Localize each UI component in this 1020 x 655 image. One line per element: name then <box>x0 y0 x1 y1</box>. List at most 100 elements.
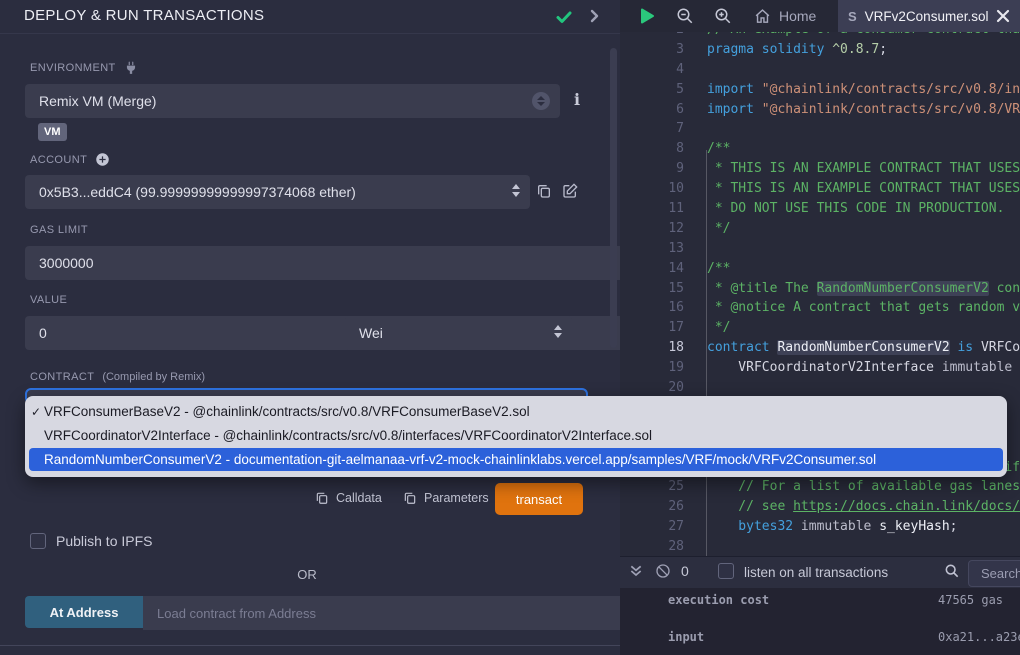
chevron-double-down-icon[interactable] <box>628 563 644 579</box>
environment-label: ENVIRONMENT <box>30 61 138 75</box>
calldata-label: Calldata <box>336 491 382 505</box>
transact-button[interactable]: transact <box>495 483 583 515</box>
execution-cost-label: execution cost <box>668 593 769 607</box>
code-line[interactable]: 13 <box>620 239 1020 259</box>
code-line[interactable]: 20 <box>620 378 1020 398</box>
contract-dropdown-menu: ✓VRFConsumerBaseV2 - @chainlink/contract… <box>25 396 1007 477</box>
code-line[interactable]: 17 */ <box>620 318 1020 338</box>
copy-icon <box>403 491 417 505</box>
line-number: 26 <box>620 497 684 517</box>
line-number: 16 <box>620 298 684 318</box>
plus-circle-icon[interactable] <box>95 152 110 167</box>
check-icon <box>555 8 573 26</box>
gas-limit-label: GAS LIMIT <box>30 224 88 236</box>
panel-title: DEPLOY & RUN TRANSACTIONS <box>24 7 264 24</box>
code-line[interactable]: 18contract RandomNumberConsumerV2 is VRF… <box>620 338 1020 358</box>
value-unit-select[interactable]: Wei <box>345 316 572 350</box>
code-line[interactable]: 15 * @title The RandomNumberConsumerV2 c… <box>620 279 1020 299</box>
contract-dropdown-option[interactable]: VRFCoordinatorV2Interface - @chainlink/c… <box>25 424 1007 448</box>
caret-updown-icon <box>512 184 520 197</box>
code-line[interactable]: 2// An example of a consumer contract th… <box>620 32 1020 40</box>
contract-label: CONTRACT (Compiled by Remix) <box>30 371 205 383</box>
line-number: 5 <box>620 80 684 100</box>
code-line[interactable]: 10 * THIS IS AN EXAMPLE CONTRACT THAT US… <box>620 179 1020 199</box>
account-select[interactable]: 0x5B3...eddC4 (99.99999999999997374068 e… <box>25 175 530 209</box>
gas-limit-input[interactable] <box>25 246 645 280</box>
terminal-search-input[interactable] <box>968 560 1020 587</box>
account-label: ACCOUNT <box>30 152 110 167</box>
ban-icon[interactable] <box>655 563 671 579</box>
contract-dropdown-option[interactable]: RandomNumberConsumerV2 - documentation-g… <box>29 448 1003 471</box>
search-icon[interactable] <box>944 563 960 579</box>
parameters-label: Parameters <box>424 491 489 505</box>
line-number: 12 <box>620 219 684 239</box>
listen-all-checkbox[interactable] <box>718 563 734 579</box>
close-icon[interactable] <box>996 9 1010 23</box>
line-number: 6 <box>620 100 684 120</box>
contract-dropdown-option-label: VRFCoordinatorV2Interface - @chainlink/c… <box>44 428 652 443</box>
code-line[interactable]: 6import "@chainlink/contracts/src/v0.8/V… <box>620 100 1020 120</box>
code-lines: 2// An example of a consumer contract th… <box>620 32 1020 556</box>
calldata-button[interactable]: Calldata <box>315 491 382 505</box>
code-line[interactable]: 3pragma solidity ^0.8.7; <box>620 40 1020 60</box>
zoom-in-icon[interactable] <box>714 7 732 25</box>
publish-ipfs-checkbox[interactable] <box>30 533 46 549</box>
contract-dropdown-option-label: VRFConsumerBaseV2 - @chainlink/contracts… <box>44 404 530 419</box>
line-number: 4 <box>620 60 684 80</box>
tab-home[interactable]: Home <box>744 0 826 32</box>
contract-dropdown-option-label: RandomNumberConsumerV2 - documentation-g… <box>44 452 876 467</box>
publish-ipfs-label: Publish to IPFS <box>56 533 153 549</box>
line-number: 14 <box>620 259 684 279</box>
chevron-right-icon[interactable] <box>586 8 602 24</box>
terminal-row-execution-cost: execution cost 47565 gas <box>668 593 1020 607</box>
parameters-button[interactable]: Parameters <box>403 491 489 505</box>
line-number: 2 <box>620 32 684 40</box>
spinner-icon <box>532 92 550 110</box>
line-number: 11 <box>620 199 684 219</box>
code-line[interactable]: 27 bytes32 immutable s_keyHash; <box>620 517 1020 537</box>
code-line[interactable]: 12 */ <box>620 219 1020 239</box>
contract-dropdown-option[interactable]: ✓VRFConsumerBaseV2 - @chainlink/contract… <box>25 400 1007 424</box>
execution-cost-value: 47565 gas <box>938 593 1003 607</box>
at-address-button[interactable]: At Address <box>25 596 143 628</box>
tab-vrfv2consumer[interactable]: S VRFv2Consumer.sol <box>838 0 1020 32</box>
code-line[interactable]: 8/** <box>620 139 1020 159</box>
code-line[interactable]: 9 * THIS IS AN EXAMPLE CONTRACT THAT USE… <box>620 159 1020 179</box>
line-number: 3 <box>620 40 684 60</box>
code-line[interactable]: 28 <box>620 537 1020 556</box>
vm-badge: VM <box>38 123 67 141</box>
panel-scrollbar[interactable] <box>610 48 617 348</box>
value-label: VALUE <box>30 294 67 306</box>
line-number: 19 <box>620 358 684 378</box>
caret-updown-icon <box>554 325 562 338</box>
home-tab-label: Home <box>779 8 816 24</box>
line-number: 15 <box>620 279 684 299</box>
environment-value: Remix VM (Merge) <box>39 93 156 109</box>
or-divider-label: OR <box>0 567 614 582</box>
code-editor[interactable]: 2// An example of a consumer contract th… <box>620 32 1020 556</box>
line-number: 7 <box>620 119 684 139</box>
code-line[interactable]: 16 * @notice A contract that gets random… <box>620 298 1020 318</box>
code-line[interactable]: 26 // see https://docs.chain.link/docs/v… <box>620 497 1020 517</box>
code-line[interactable]: 5import "@chainlink/contracts/src/v0.8/i… <box>620 80 1020 100</box>
pending-tx-count: 0 <box>681 563 689 579</box>
line-number: 8 <box>620 139 684 159</box>
copy-icon[interactable] <box>536 183 552 199</box>
deploy-run-panel: DEPLOY & RUN TRANSACTIONS ENVIRONMENT Re… <box>0 0 620 655</box>
code-line[interactable]: 14/** <box>620 259 1020 279</box>
code-line[interactable]: 7 <box>620 119 1020 139</box>
code-line[interactable]: 25 // For a list of available gas lanes … <box>620 477 1020 497</box>
code-line[interactable]: 4 <box>620 60 1020 80</box>
environment-select[interactable]: Remix VM (Merge) <box>25 84 560 118</box>
play-icon[interactable] <box>638 7 656 25</box>
code-line[interactable]: 19 VRFCoordinatorV2Interface immutable C… <box>620 358 1020 378</box>
info-icon[interactable]: i <box>574 90 580 109</box>
home-icon <box>754 8 771 25</box>
panel-bottom-divider <box>0 645 620 646</box>
edit-icon[interactable] <box>562 183 578 199</box>
code-line[interactable]: 11 * DO NOT USE THIS CODE IN PRODUCTION. <box>620 199 1020 219</box>
line-number: 10 <box>620 179 684 199</box>
input-value: 0xa21...a23e4 <box>938 630 1020 644</box>
zoom-out-icon[interactable] <box>676 7 694 25</box>
value-unit: Wei <box>359 325 383 341</box>
